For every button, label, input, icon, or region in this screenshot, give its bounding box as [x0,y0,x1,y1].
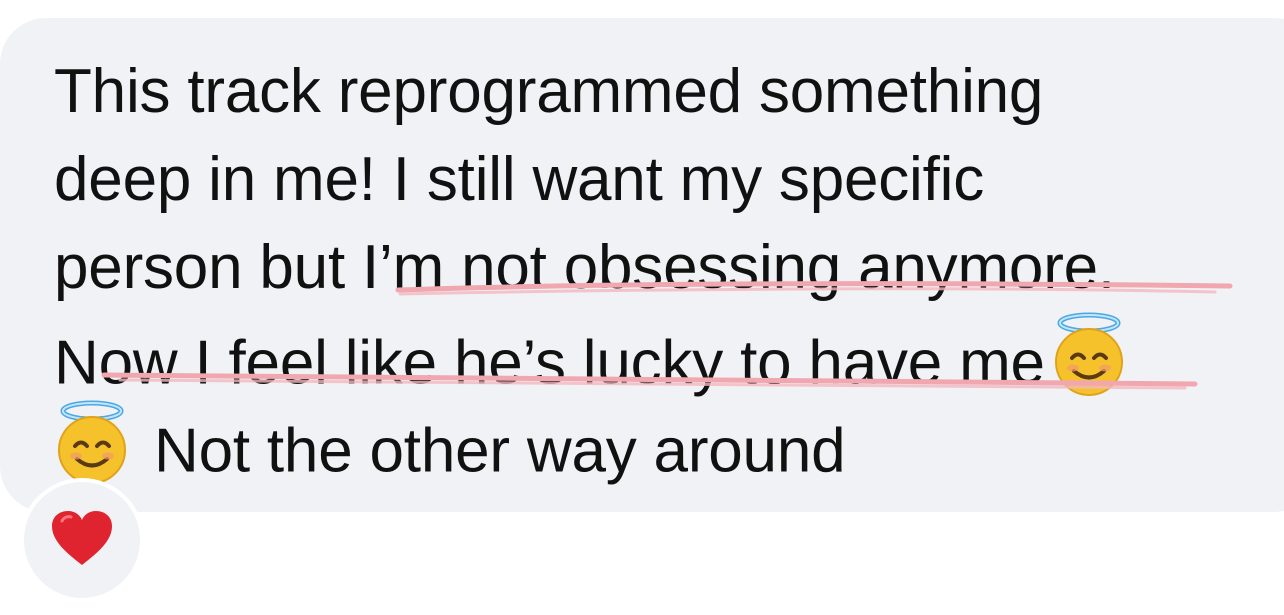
reaction-badge[interactable] [20,478,144,602]
smiling-face-with-halo-icon [1051,312,1127,422]
message-line: Not the other way around [54,400,846,488]
highlighted-text: I’m not obsessing anymore. [362,233,1115,302]
message-text-end: Not the other way around [154,416,846,486]
red-heart-icon [50,509,114,572]
highlighted-text: Now I feel like he’s lucky to have me [54,328,1045,398]
message-screen: This track reprogrammed something deep i… [0,0,1284,615]
message-text-plain: person but [54,233,363,302]
message-line: This track reprogrammed something [54,57,1044,126]
highlighted-message-line: Now I feel like he’s lucky to have me [54,312,1127,400]
message-line: person but I’m not obsessing anymore. [54,224,1115,312]
message-line: deep in me! I still want my specific [54,145,985,214]
